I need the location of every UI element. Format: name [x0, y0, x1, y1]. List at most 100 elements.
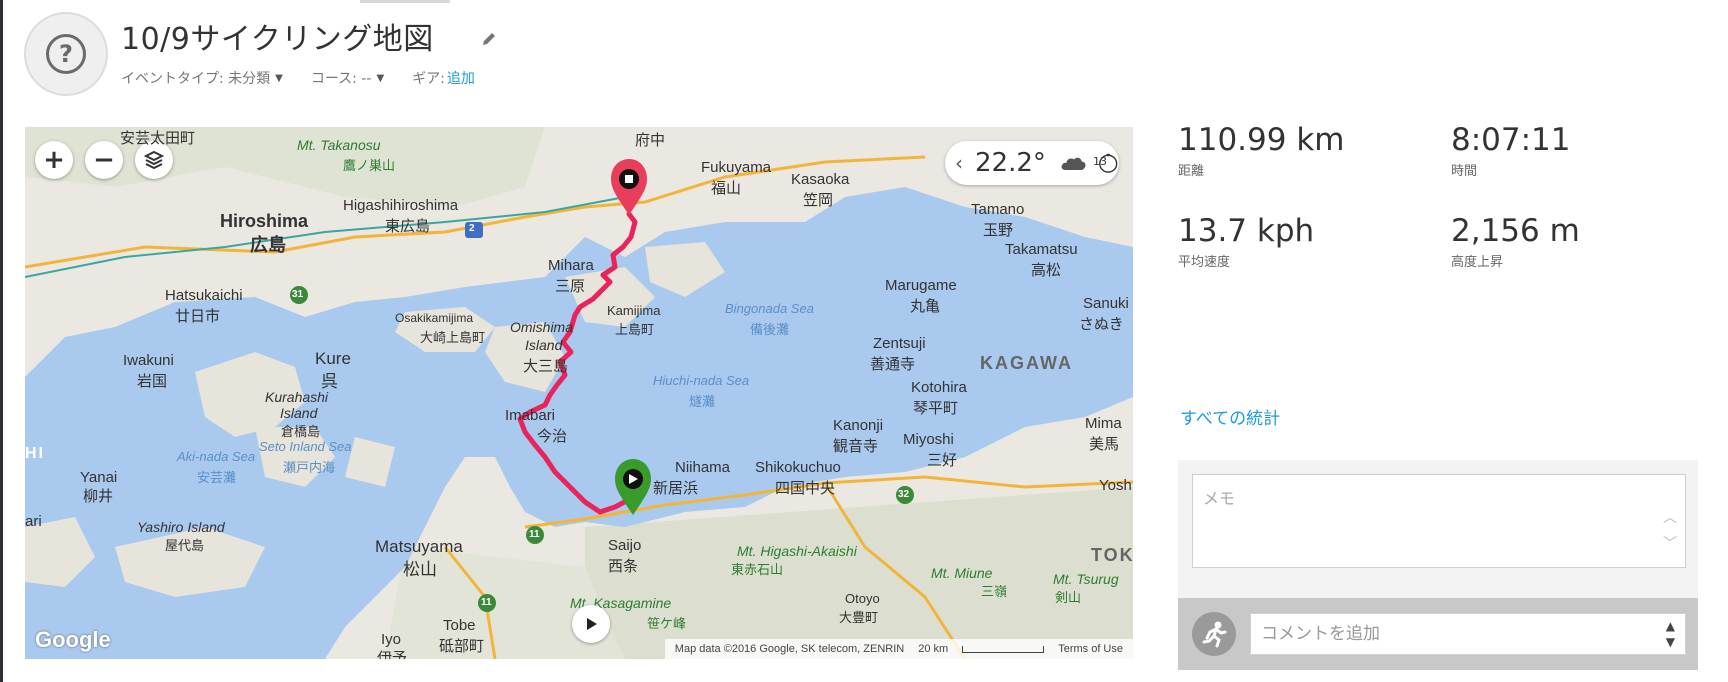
- memo-scrollbar[interactable]: ︿ ﹀: [1663, 505, 1677, 557]
- gear-label: ギア:: [412, 71, 445, 87]
- all-stats-link[interactable]: すべての統計: [1180, 404, 1280, 429]
- map-label: 善通寺: [870, 356, 916, 373]
- map-label: 広島: [250, 235, 286, 255]
- terms-link[interactable]: Terms of Use: [1058, 643, 1123, 655]
- comment-input[interactable]: [1251, 614, 1643, 654]
- map-label: 高松: [1031, 262, 1062, 279]
- stat-value: 110.99 km: [1178, 122, 1345, 158]
- chevron-up-icon[interactable]: ︿: [1663, 505, 1677, 531]
- map-label: Matsuyama: [375, 537, 463, 556]
- map-label: 美馬: [1089, 436, 1120, 453]
- pencil-icon[interactable]: [480, 30, 498, 48]
- chevron-down-icon: ▼: [275, 72, 283, 84]
- map-label: 燧灘: [689, 394, 716, 409]
- map-label: Tamano: [971, 201, 1025, 218]
- runner-icon: [1202, 621, 1227, 648]
- comment-field[interactable]: ▲ ▼: [1250, 613, 1686, 655]
- map-label: Hatsukaichi: [165, 287, 243, 304]
- cloud-icon: [1061, 157, 1086, 171]
- map-label: Osakikamijima: [395, 311, 474, 325]
- comment-bar: ▲ ▼: [1178, 598, 1698, 670]
- stat-avg-speed: 13.7 kph 平均速度: [1178, 213, 1314, 270]
- road-shield-2: 2: [469, 223, 475, 234]
- comment-spinner[interactable]: ▲ ▼: [1666, 618, 1675, 650]
- map-label: 屋代島: [165, 538, 205, 553]
- chevron-up-icon[interactable]: ▲: [1666, 618, 1675, 634]
- map-label: Kamijima: [607, 303, 661, 318]
- chevron-down-icon[interactable]: ▼: [1666, 634, 1675, 650]
- stat-value: 13.7 kph: [1178, 213, 1315, 249]
- activity-type-button[interactable]: ?: [24, 12, 108, 96]
- map-label: Iwakuni: [123, 352, 174, 369]
- stat-label: 高度上昇: [1451, 255, 1504, 270]
- play-route-button[interactable]: [572, 605, 610, 643]
- map-label: Seto Inland Sea: [259, 439, 352, 454]
- map-label: 東赤石山: [731, 562, 784, 577]
- map-label: さぬき: [1079, 316, 1124, 333]
- road-shield-31: 31: [292, 289, 304, 300]
- map-label: 備後灘: [750, 322, 790, 337]
- map-label: Omishima: [510, 319, 574, 335]
- activity-title[interactable]: 10/9サイクリング地図: [121, 14, 434, 58]
- route-map[interactable]: + − ‹ 22.2° 13 安芸太田町 Mt. Takanosu 鷹ノ巣山 府…: [25, 127, 1133, 659]
- map-label: Yashiro Island: [137, 519, 225, 535]
- question-icon: ?: [46, 34, 86, 74]
- map-label: Sanuki: [1083, 295, 1129, 312]
- map-label: 廿日市: [175, 308, 221, 325]
- event-type-dropdown[interactable]: イベントタイプ: 未分類 ▼: [121, 68, 283, 88]
- map-label: Mt. Miune: [931, 565, 993, 581]
- google-logo: Google: [35, 627, 111, 652]
- layers-icon: [143, 150, 165, 170]
- map-label: Mima: [1085, 415, 1122, 432]
- zoom-out-button[interactable]: −: [85, 141, 123, 179]
- map-label: 安芸太田町: [120, 130, 196, 147]
- map-label: 瀬戸内海: [283, 460, 336, 475]
- stat-time: 8:07:11 時間: [1451, 122, 1571, 179]
- map-label: TOK: [1091, 545, 1133, 565]
- map-label: Yosh: [1099, 477, 1132, 494]
- map-label: Hiroshima: [220, 211, 309, 231]
- map-label: Marugame: [885, 277, 957, 294]
- stat-label: 平均速度: [1178, 255, 1231, 270]
- map-label: Island: [280, 405, 318, 421]
- map-label: HI: [25, 445, 45, 462]
- clock-value: 13: [1093, 155, 1107, 168]
- map-label: 岩国: [137, 373, 168, 390]
- map-label: 松山: [403, 560, 437, 579]
- map-label: Mt. Tsurug: [1053, 571, 1119, 587]
- scale-bar: [962, 645, 1045, 653]
- map-label: Kasaoka: [791, 171, 850, 188]
- temperature: 22.2°: [975, 148, 1046, 178]
- avatar: [1192, 612, 1236, 656]
- map-label: 西条: [608, 558, 639, 575]
- map-label: Imabari: [505, 407, 556, 424]
- map-label: 剣山: [1055, 590, 1082, 605]
- window-left-edge: [0, 0, 3, 682]
- map-label: Otoyo: [845, 591, 880, 606]
- map-label: 上島町: [615, 322, 655, 337]
- map-label: Hiuchi-nada Sea: [653, 373, 750, 388]
- stat-value: 2,156 m: [1451, 213, 1580, 249]
- chevron-down-icon[interactable]: ﹀: [1663, 531, 1677, 557]
- course-label: コース: --: [310, 71, 372, 87]
- course-dropdown[interactable]: コース: -- ▼: [311, 68, 384, 88]
- map-label: 福山: [711, 180, 742, 197]
- chevron-left-icon[interactable]: ‹: [955, 151, 963, 175]
- memo-placeholder: メモ: [1203, 489, 1236, 508]
- map-label: 大豊町: [839, 610, 879, 625]
- weather-widget[interactable]: ‹ 22.2° 13: [945, 141, 1119, 185]
- memo-textarea[interactable]: メモ ︿ ﹀: [1192, 474, 1686, 568]
- gear-add-link[interactable]: 追加: [447, 68, 475, 88]
- map-label: 玉野: [983, 222, 1014, 239]
- map-label: Aki-nada Sea: [177, 449, 256, 464]
- road-shield-11b: 11: [481, 597, 492, 608]
- map-label: 琴平町: [913, 400, 959, 417]
- stat-elevation-gain: 2,156 m 高度上昇: [1451, 213, 1580, 270]
- map-label: Kotohira: [911, 379, 967, 396]
- map-label: 府中: [635, 132, 666, 149]
- map-label: 大三島: [523, 358, 569, 375]
- map-label: 丸亀: [910, 298, 941, 315]
- map-label: Mt. Takanosu: [297, 137, 381, 153]
- zoom-in-button[interactable]: +: [35, 141, 73, 179]
- map-label: Niihama: [675, 459, 731, 476]
